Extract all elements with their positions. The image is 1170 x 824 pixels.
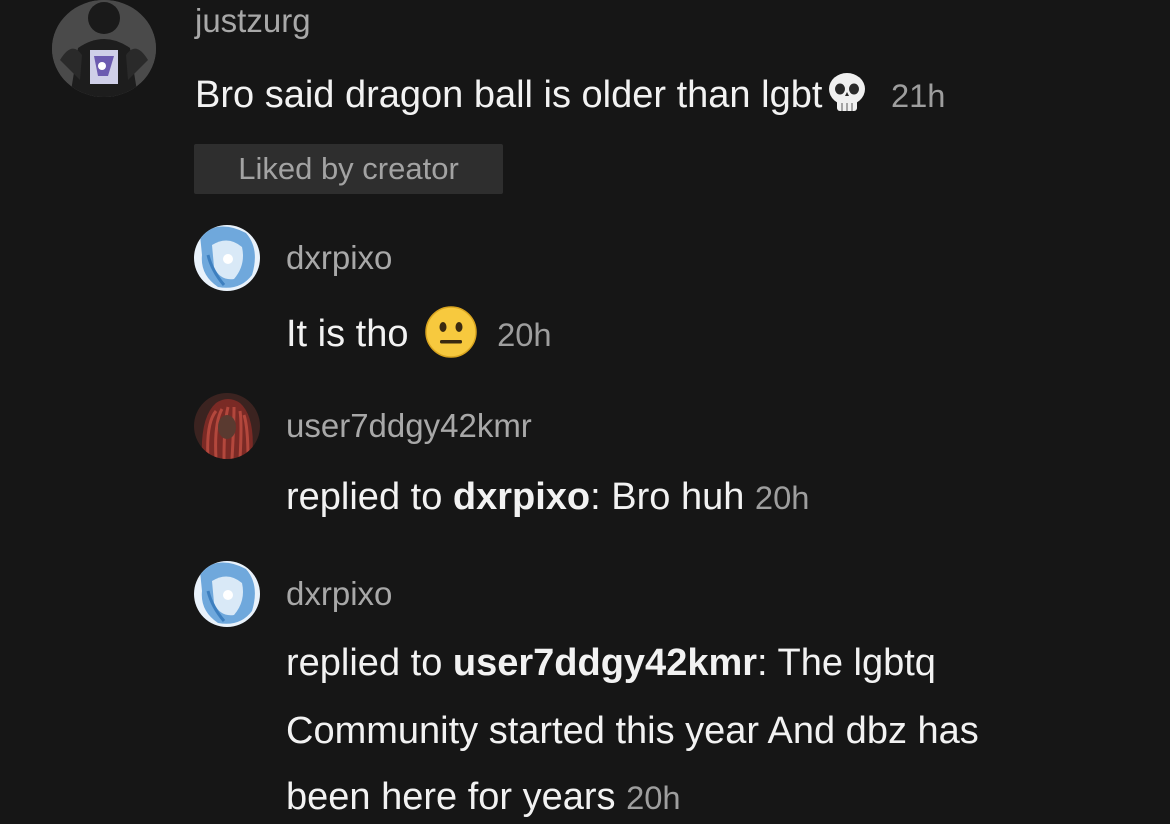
avatar[interactable] [194, 225, 260, 291]
avatar[interactable] [194, 393, 260, 459]
comment-username[interactable]: dxrpixo [286, 239, 392, 277]
comment-username[interactable]: dxrpixo [286, 575, 392, 613]
reply-colon: : [757, 642, 768, 684]
neutral-face-icon [424, 306, 477, 358]
comment-body: It is tho [286, 313, 409, 356]
comment-time: 20h [754, 479, 810, 516]
comment-text-line3: been here for years 20h [286, 776, 681, 819]
reply-colon: : [590, 476, 601, 518]
comment-text: It is tho 20h [286, 306, 552, 362]
comment-time: 20h [626, 779, 681, 816]
liked-by-creator-badge: Liked by creator [194, 144, 503, 194]
comment-body: Bro said dragon ball is older than lgbt [195, 74, 823, 117]
comment-text: Bro said dragon ball is older than lgbt … [195, 73, 946, 120]
comment-time: 20h [497, 316, 552, 354]
comment-username[interactable]: user7ddgy42kmr [286, 407, 532, 445]
mention-link[interactable]: dxrpixo [453, 476, 590, 518]
comment-text-line2: Community started this year And dbz has [286, 710, 979, 752]
mention-link[interactable]: user7ddgy42kmr [453, 642, 757, 684]
skull-icon [824, 70, 870, 116]
reply-prefix: replied to [286, 642, 443, 684]
comment-text: replied to user7ddgy42kmr: The lgbtq [286, 642, 936, 685]
comment-time: 21h [890, 77, 946, 115]
comment-body-line1: The lgbtq [767, 642, 936, 684]
comment-text: replied to dxrpixo: Bro huh 20h [286, 476, 809, 519]
avatar[interactable] [52, 0, 156, 97]
comment-body: Bro huh [600, 476, 745, 518]
comment-username[interactable]: justzurg [195, 2, 311, 40]
avatar[interactable] [194, 561, 260, 627]
comment-body-line3: been here for years [286, 776, 616, 818]
reply-prefix: replied to [286, 476, 443, 518]
